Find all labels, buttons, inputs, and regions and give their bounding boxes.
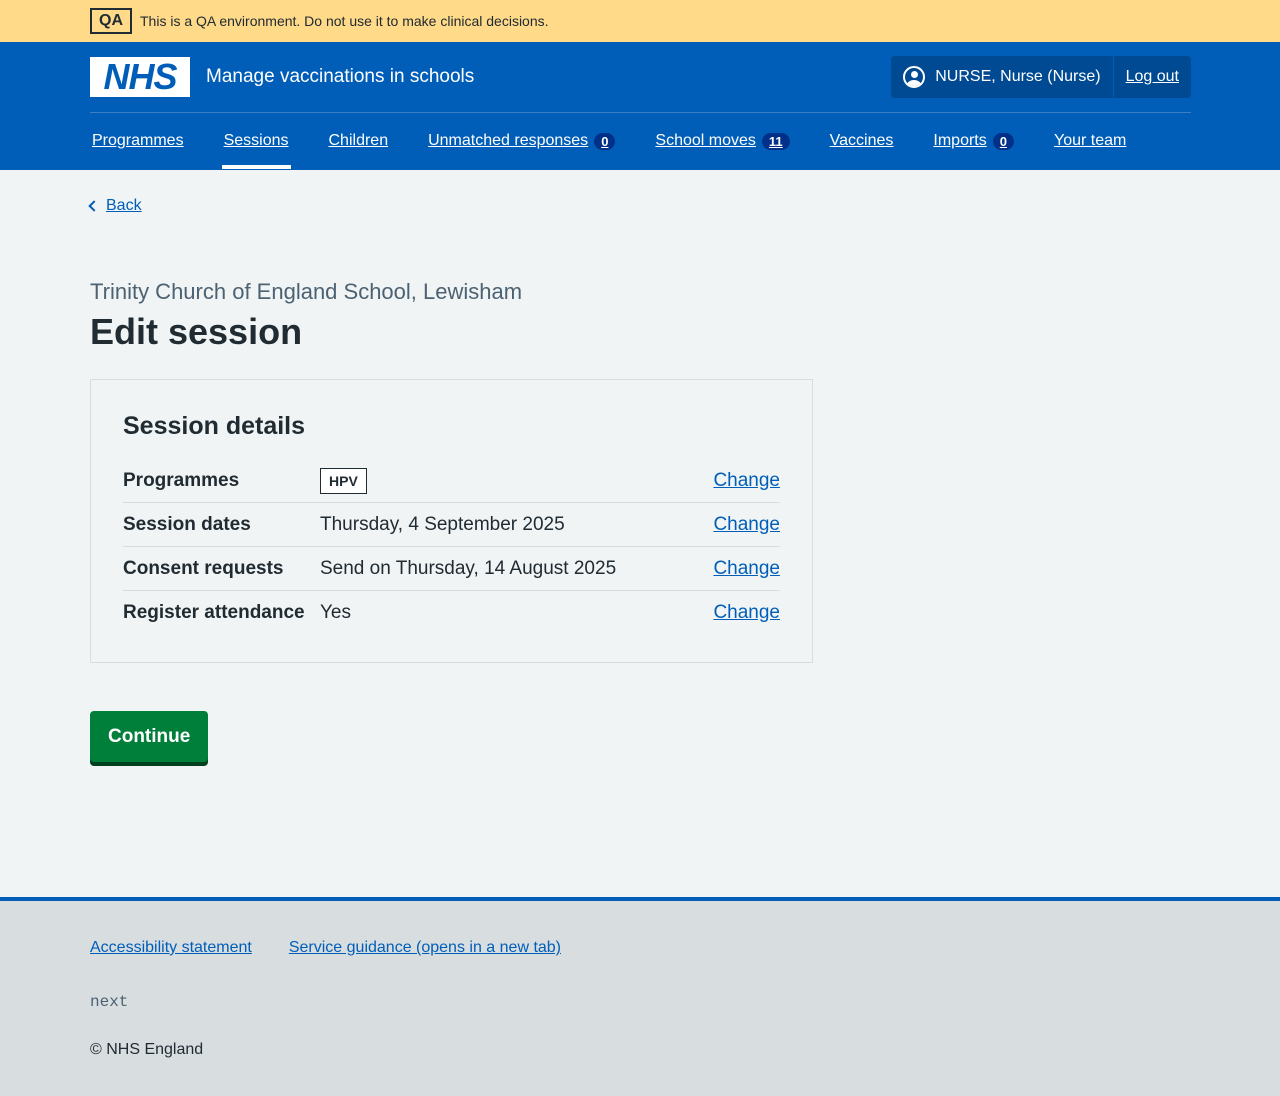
- service-name[interactable]: Manage vaccinations in schools: [206, 66, 474, 88]
- nav-label: School moves: [655, 132, 756, 149]
- continue-button[interactable]: Continue: [90, 711, 209, 762]
- summary-row-register-attendance: Register attendance Yes Change: [123, 591, 780, 634]
- count-badge: 0: [992, 132, 1014, 150]
- row-value: Send on Thursday, 14 August 2025: [320, 558, 617, 579]
- row-key: Programmes: [123, 470, 240, 491]
- environment-text: This is a QA environment. Do not use it …: [140, 13, 549, 29]
- row-value: HPV: [320, 467, 620, 494]
- change-register-attendance-link[interactable]: Change: [713, 602, 780, 623]
- nav-label: Imports: [933, 132, 987, 149]
- nav-label: Sessions: [223, 132, 289, 149]
- footer-links: Accessibility statement Service guidance…: [90, 939, 1190, 957]
- app-version: next: [90, 993, 129, 1011]
- programme-tag: HPV: [320, 468, 367, 494]
- header-top: NHS Manage vaccinations in schools NURSE…: [90, 42, 1191, 113]
- back-link-container: Back: [88, 196, 1190, 216]
- main-content: Back Trinity Church of England School, L…: [0, 196, 1280, 762]
- account-user: NURSE, Nurse (Nurse): [891, 56, 1114, 98]
- nav-children[interactable]: Children: [327, 113, 391, 169]
- environment-banner: QA This is a QA environment. Do not use …: [0, 0, 1280, 42]
- nhs-logo-text: NHS: [103, 56, 177, 97]
- row-key: Session dates: [123, 514, 251, 535]
- nav-label: Children: [328, 132, 389, 149]
- nav-label: Vaccines: [829, 132, 894, 149]
- copyright: © NHS England: [90, 1041, 204, 1058]
- nav-label: Programmes: [92, 132, 184, 149]
- nav-label: Unmatched responses: [428, 132, 589, 149]
- row-value: Thursday, 4 September 2025: [320, 514, 565, 535]
- nav-unmatched-responses[interactable]: Unmatched responses 0: [426, 113, 617, 169]
- session-details-card: Session details Programmes HPV Change Se…: [90, 379, 813, 663]
- back-link[interactable]: Back: [106, 197, 142, 215]
- count-badge: 11: [761, 132, 790, 150]
- nav-school-moves[interactable]: School moves 11: [653, 113, 791, 169]
- header: NHS Manage vaccinations in schools NURSE…: [0, 42, 1280, 170]
- nav-your-team[interactable]: Your team: [1052, 113, 1128, 169]
- logout-link[interactable]: Log out: [1114, 56, 1191, 98]
- page-caption: Trinity Church of England School, Lewish…: [90, 279, 523, 304]
- page-title: Edit session: [90, 311, 303, 352]
- summary-row-session-dates: Session dates Thursday, 4 September 2025…: [123, 503, 780, 547]
- nav-imports[interactable]: Imports 0: [931, 113, 1016, 169]
- service-guidance-link[interactable]: Service guidance (opens in a new tab): [289, 939, 561, 957]
- accessibility-statement-link[interactable]: Accessibility statement: [90, 939, 252, 957]
- nav-vaccines[interactable]: Vaccines: [828, 113, 896, 169]
- nav-sessions[interactable]: Sessions: [221, 113, 291, 169]
- summary-row-consent-requests: Consent requests Send on Thursday, 14 Au…: [123, 547, 780, 591]
- row-key: Consent requests: [123, 558, 284, 579]
- chevron-left-icon: [88, 200, 100, 212]
- row-value: Yes: [320, 602, 351, 623]
- nav-label: Your team: [1053, 132, 1127, 149]
- card-title: Session details: [123, 412, 306, 440]
- change-programmes-link[interactable]: Change: [713, 470, 780, 491]
- nav-programmes[interactable]: Programmes: [90, 113, 186, 169]
- user-name: NURSE, Nurse (Nurse): [935, 68, 1101, 85]
- count-badge: 0: [594, 132, 616, 150]
- footer: Accessibility statement Service guidance…: [0, 897, 1280, 1096]
- row-key: Register attendance: [123, 602, 305, 623]
- change-consent-requests-link[interactable]: Change: [713, 558, 780, 579]
- change-session-dates-link[interactable]: Change: [713, 514, 780, 535]
- summary-row-programmes: Programmes HPV Change: [123, 459, 780, 503]
- nhs-logo[interactable]: NHS: [90, 57, 190, 97]
- account-menu: NURSE, Nurse (Nurse) Log out: [891, 56, 1191, 98]
- environment-tag: QA: [90, 8, 132, 34]
- user-icon: [903, 66, 926, 88]
- primary-navigation: Programmes Sessions Children Unmatched r…: [90, 113, 1190, 169]
